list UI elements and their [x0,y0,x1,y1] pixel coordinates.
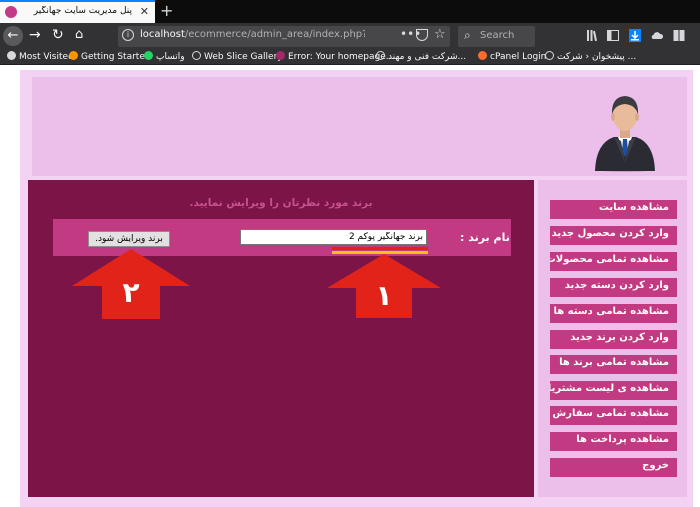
admin-avatar [590,85,660,173]
businessman-avatar-icon [595,96,655,172]
menu-view-site[interactable]: مشاهده سایت [550,200,677,219]
bookmark-item[interactable]: پیشخوان ‹ شرکت ... [545,51,636,62]
tab-favicon-icon [5,6,17,18]
yoast-icon [276,51,285,60]
globe-icon [376,51,385,60]
highlight-underline-red [332,247,428,250]
bookmark-item[interactable]: Most Visited [7,51,74,62]
library-icon[interactable] [586,29,598,42]
site-info-icon[interactable]: i [122,29,134,41]
bookmark-item[interactable]: شرکت فنی و مهند... [376,51,466,62]
pocket-icon[interactable] [416,29,428,41]
bookmarks-toolbar: Most Visited Getting Started واتساپ Web … [0,50,700,65]
tab-title: پنل مدیریت سایت جهانگیر پوکم [32,6,132,16]
menu-view-payments[interactable]: مشاهده پرداخت ها [550,432,677,451]
menu-logout[interactable]: خروج [550,458,677,477]
download-icon[interactable] [629,29,641,42]
forward-arrow-icon[interactable]: → [29,27,41,43]
menu-add-brand[interactable]: وارد کردن برند جدید [550,330,677,349]
gear-icon [7,51,16,60]
menu-view-products[interactable]: مشاهده تمامی محصولات [550,252,677,271]
menu-view-customers[interactable]: مشاهده ی لیست مشتریان [550,381,677,400]
search-input[interactable]: ⌕ Search [458,26,535,47]
bookmark-item[interactable]: واتساپ [144,51,185,62]
menu-add-product[interactable]: وارد کردن محصول جدید [550,226,677,245]
new-tab-icon[interactable]: + [160,1,173,20]
cpanel-icon [478,51,487,60]
page-instruction: برند مورد نظرتان را ویرایش نمایید. [189,197,373,209]
update-brand-button[interactable]: برند ویرایش شود. [88,231,170,247]
search-icon: ⌕ [464,28,471,42]
globe-icon [545,51,554,60]
menu-view-categories[interactable]: مشاهده تمامی دسته ها [550,304,677,323]
bookmark-item[interactable]: Getting Started [69,51,151,62]
menu-view-orders[interactable]: مشاهده تمامی سفارش ها [550,406,677,425]
bookmark-star-icon[interactable]: ☆ [434,27,446,42]
brand-name-input[interactable] [240,229,427,245]
url-text[interactable]: localhost/ecommerce/admin_area/index.php… [140,29,365,40]
firefox-icon [69,51,78,60]
bookmark-item[interactable]: cPanel Login [478,51,546,62]
annotation-label-2: ۲ [122,276,140,309]
tab-bar: پنل مدیریت سایت جهانگیر پوکم ✕ + [0,0,700,23]
search-placeholder: Search [480,30,515,41]
sidebar-toggle-icon[interactable] [607,29,619,42]
whatsapp-icon [144,51,153,60]
browser-tab[interactable]: پنل مدیریت سایت جهانگیر پوکم ✕ [0,0,155,23]
globe-icon [192,51,201,60]
close-tab-icon[interactable]: ✕ [140,5,149,18]
back-arrow-icon[interactable]: ← [3,26,23,46]
navigation-bar: ← → ↻ ⌂ i localhost/ecommerce/admin_area… [0,23,700,50]
home-icon[interactable]: ⌂ [75,27,83,42]
bookmark-item[interactable]: Web Slice Gallery [192,51,283,62]
brand-name-label: نام برند : [460,231,510,244]
address-bar[interactable]: i localhost/ecommerce/admin_area/index.p… [118,26,450,47]
cloud-extension-icon[interactable] [651,29,663,42]
annotation-label-1: ۱ [375,279,393,312]
menu-add-category[interactable]: وارد کردن دسته جدید [550,278,677,297]
menu-view-brands[interactable]: مشاهده تمامی برند ها [550,355,677,374]
reader-extension-icon[interactable] [673,29,685,42]
reload-icon[interactable]: ↻ [52,27,64,43]
admin-header [32,77,687,176]
